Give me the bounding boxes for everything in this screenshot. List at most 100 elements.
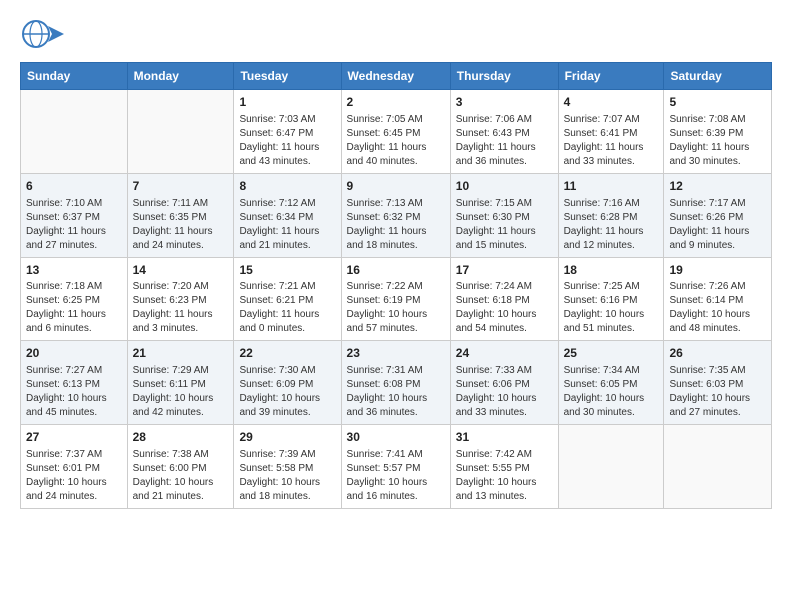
day-info: Sunrise: 7:29 AM Sunset: 6:11 PM Dayligh… — [133, 364, 229, 420]
day-info: Sunrise: 7:05 AM Sunset: 6:45 PM Dayligh… — [347, 113, 445, 169]
day-number: 28 — [133, 429, 229, 446]
table-row — [558, 425, 664, 509]
day-number: 14 — [133, 262, 229, 279]
calendar-header-row: Sunday Monday Tuesday Wednesday Thursday… — [21, 63, 772, 90]
table-row: 16Sunrise: 7:22 AM Sunset: 6:19 PM Dayli… — [341, 257, 450, 341]
day-number: 27 — [26, 429, 122, 446]
table-row: 13Sunrise: 7:18 AM Sunset: 6:25 PM Dayli… — [21, 257, 128, 341]
col-saturday: Saturday — [664, 63, 772, 90]
day-info: Sunrise: 7:25 AM Sunset: 6:16 PM Dayligh… — [564, 280, 659, 336]
day-info: Sunrise: 7:15 AM Sunset: 6:30 PM Dayligh… — [456, 197, 553, 253]
col-friday: Friday — [558, 63, 664, 90]
day-info: Sunrise: 7:16 AM Sunset: 6:28 PM Dayligh… — [564, 197, 659, 253]
day-info: Sunrise: 7:27 AM Sunset: 6:13 PM Dayligh… — [26, 364, 122, 420]
table-row: 27 Sunrise: 7:37 AM Sunset: 6:01 PM Dayli… — [21, 425, 128, 509]
table-row: 7 Sunrise: 7:11 AM Sunset: 6:35 PM Daylig… — [127, 173, 234, 257]
page: Sunday Monday Tuesday Wednesday Thursday… — [0, 0, 792, 612]
day-info: Sunrise: 7:37 AM Sunset: 6:01 PM Dayligh… — [26, 448, 122, 504]
day-number: 1 — [239, 94, 335, 111]
day-number: 5 — [669, 94, 766, 111]
table-row: 12Sunrise: 7:17 AM Sunset: 6:26 PM Dayli… — [664, 173, 772, 257]
table-row: 26 Sunrise: 7:35 AM Sunset: 6:03 PM Dayli… — [664, 341, 772, 425]
day-info: Sunrise: 7:39 AM Sunset: 5:58 PM Dayligh… — [239, 448, 335, 504]
day-number: 23 — [347, 345, 445, 362]
day-info: Sunrise: 7:13 AM Sunset: 6:32 PM Dayligh… — [347, 197, 445, 253]
table-row: 17Sunrise: 7:24 AM Sunset: 6:18 PM Dayli… — [450, 257, 558, 341]
day-number: 3 — [456, 94, 553, 111]
table-row: 4Sunrise: 7:07 AM Sunset: 6:41 PM Daylig… — [558, 90, 664, 174]
col-monday: Monday — [127, 63, 234, 90]
table-row: 20 Sunrise: 7:27 AM Sunset: 6:13 PM Dayli… — [21, 341, 128, 425]
table-row — [21, 90, 128, 174]
day-info: Sunrise: 7:12 AM Sunset: 6:34 PM Dayligh… — [239, 197, 335, 253]
col-tuesday: Tuesday — [234, 63, 341, 90]
table-row: 2 Sunrise: 7:05 AM Sunset: 6:45 PM Daylig… — [341, 90, 450, 174]
day-number: 26 — [669, 345, 766, 362]
day-info: Sunrise: 7:11 AM Sunset: 6:35 PM Dayligh… — [133, 197, 229, 253]
day-number: 4 — [564, 94, 659, 111]
table-row: 10 Sunrise: 7:15 AM Sunset: 6:30 PM Dayli… — [450, 173, 558, 257]
day-number: 31 — [456, 429, 553, 446]
day-info: Sunrise: 7:41 AM Sunset: 5:57 PM Dayligh… — [347, 448, 445, 504]
col-thursday: Thursday — [450, 63, 558, 90]
day-number: 30 — [347, 429, 445, 446]
day-number: 12 — [669, 178, 766, 195]
col-sunday: Sunday — [21, 63, 128, 90]
table-row: 23 Sunrise: 7:31 AM Sunset: 6:08 PM Dayli… — [341, 341, 450, 425]
table-row — [664, 425, 772, 509]
day-info: Sunrise: 7:24 AM Sunset: 6:18 PM Dayligh… — [456, 280, 553, 336]
table-row: 22Sunrise: 7:30 AM Sunset: 6:09 PM Dayli… — [234, 341, 341, 425]
day-info: Sunrise: 7:08 AM Sunset: 6:39 PM Dayligh… — [669, 113, 766, 169]
table-row: 3 Sunrise: 7:06 AM Sunset: 6:43 PM Daylig… — [450, 90, 558, 174]
day-number: 18 — [564, 262, 659, 279]
day-number: 13 — [26, 262, 122, 279]
day-number: 19 — [669, 262, 766, 279]
table-row: 28Sunrise: 7:38 AM Sunset: 6:00 PM Dayli… — [127, 425, 234, 509]
day-number: 15 — [239, 262, 335, 279]
day-number: 2 — [347, 94, 445, 111]
day-info: Sunrise: 7:31 AM Sunset: 6:08 PM Dayligh… — [347, 364, 445, 420]
day-number: 29 — [239, 429, 335, 446]
day-info: Sunrise: 7:26 AM Sunset: 6:14 PM Dayligh… — [669, 280, 766, 336]
day-info: Sunrise: 7:42 AM Sunset: 5:55 PM Dayligh… — [456, 448, 553, 504]
day-number: 24 — [456, 345, 553, 362]
day-info: Sunrise: 7:22 AM Sunset: 6:19 PM Dayligh… — [347, 280, 445, 336]
day-number: 11 — [564, 178, 659, 195]
table-row: 30 Sunrise: 7:41 AM Sunset: 5:57 PM Dayli… — [341, 425, 450, 509]
table-row: 18Sunrise: 7:25 AM Sunset: 6:16 PM Dayli… — [558, 257, 664, 341]
day-info: Sunrise: 7:30 AM Sunset: 6:09 PM Dayligh… — [239, 364, 335, 420]
day-number: 17 — [456, 262, 553, 279]
table-row — [127, 90, 234, 174]
table-row: 19Sunrise: 7:26 AM Sunset: 6:14 PM Dayli… — [664, 257, 772, 341]
day-info: Sunrise: 7:21 AM Sunset: 6:21 PM Dayligh… — [239, 280, 335, 336]
table-row: 14Sunrise: 7:20 AM Sunset: 6:23 PM Dayli… — [127, 257, 234, 341]
calendar-week-row: 1Sunrise: 7:03 AM Sunset: 6:47 PM Daylig… — [21, 90, 772, 174]
day-number: 9 — [347, 178, 445, 195]
table-row: 31 Sunrise: 7:42 AM Sunset: 5:55 PM Dayli… — [450, 425, 558, 509]
day-number: 20 — [26, 345, 122, 362]
table-row: 8 Sunrise: 7:12 AM Sunset: 6:34 PM Daylig… — [234, 173, 341, 257]
day-info: Sunrise: 7:10 AM Sunset: 6:37 PM Dayligh… — [26, 197, 122, 253]
logo-icon — [20, 16, 64, 52]
calendar-week-row: 13Sunrise: 7:18 AM Sunset: 6:25 PM Dayli… — [21, 257, 772, 341]
table-row: 24 Sunrise: 7:33 AM Sunset: 6:06 PM Dayli… — [450, 341, 558, 425]
col-wednesday: Wednesday — [341, 63, 450, 90]
day-number: 16 — [347, 262, 445, 279]
day-info: Sunrise: 7:35 AM Sunset: 6:03 PM Dayligh… — [669, 364, 766, 420]
day-info: Sunrise: 7:18 AM Sunset: 6:25 PM Dayligh… — [26, 280, 122, 336]
day-number: 21 — [133, 345, 229, 362]
day-info: Sunrise: 7:34 AM Sunset: 6:05 PM Dayligh… — [564, 364, 659, 420]
day-number: 7 — [133, 178, 229, 195]
calendar-table: Sunday Monday Tuesday Wednesday Thursday… — [20, 62, 772, 509]
table-row: 6 Sunrise: 7:10 AM Sunset: 6:37 PM Daylig… — [21, 173, 128, 257]
calendar-week-row: 27 Sunrise: 7:37 AM Sunset: 6:01 PM Dayli… — [21, 425, 772, 509]
day-number: 10 — [456, 178, 553, 195]
day-info: Sunrise: 7:20 AM Sunset: 6:23 PM Dayligh… — [133, 280, 229, 336]
day-number: 25 — [564, 345, 659, 362]
calendar-week-row: 20 Sunrise: 7:27 AM Sunset: 6:13 PM Dayli… — [21, 341, 772, 425]
day-number: 8 — [239, 178, 335, 195]
table-row: 25 Sunrise: 7:34 AM Sunset: 6:05 PM Dayli… — [558, 341, 664, 425]
day-number: 6 — [26, 178, 122, 195]
day-info: Sunrise: 7:33 AM Sunset: 6:06 PM Dayligh… — [456, 364, 553, 420]
day-info: Sunrise: 7:06 AM Sunset: 6:43 PM Dayligh… — [456, 113, 553, 169]
